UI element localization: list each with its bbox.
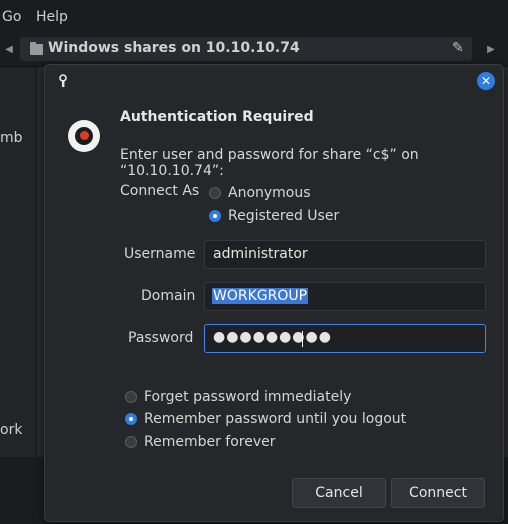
- sidebar: [0, 67, 37, 457]
- anonymous-radio[interactable]: [209, 187, 221, 199]
- remember-until-logout-radio[interactable]: [125, 413, 137, 425]
- lock-icon: [59, 74, 67, 87]
- remember-until-logout-label[interactable]: Remember password until you logout: [144, 411, 406, 427]
- close-icon[interactable]: ✕: [477, 72, 495, 90]
- forget-password-label[interactable]: Forget password immediately: [144, 389, 351, 405]
- location-text[interactable]: Windows shares on 10.10.10.74: [48, 40, 300, 56]
- forget-password-radio[interactable]: [125, 391, 137, 403]
- text-cursor: [302, 331, 303, 347]
- registered-user-label[interactable]: Registered User: [228, 208, 339, 224]
- remember-forever-label[interactable]: Remember forever: [144, 434, 276, 450]
- domain-value[interactable]: WORKGROUP: [212, 288, 309, 304]
- sidebar-item-smb[interactable]: mb: [0, 130, 23, 146]
- scroll-right-icon[interactable]: ▶: [482, 38, 500, 62]
- registered-user-radio[interactable]: [209, 210, 221, 222]
- folder-icon: [30, 42, 43, 55]
- password-value[interactable]: ●●●●●●●●●: [213, 329, 332, 345]
- dialog-title: Authentication Required: [120, 109, 314, 125]
- password-icon: [68, 120, 100, 152]
- menu-go[interactable]: Go: [2, 9, 21, 25]
- pencil-icon[interactable]: ✎: [452, 40, 464, 56]
- sidebar-item-network[interactable]: ork: [0, 422, 22, 438]
- username-value[interactable]: administrator: [213, 246, 308, 262]
- menu-help[interactable]: Help: [36, 9, 68, 25]
- scroll-left-icon[interactable]: ◀: [0, 38, 18, 62]
- cancel-button[interactable]: Cancel: [292, 478, 386, 508]
- dialog-message: Enter user and password for share “c$” o…: [120, 147, 419, 179]
- username-label: Username: [124, 246, 196, 262]
- connect-as-label: Connect As: [120, 183, 200, 199]
- domain-label: Domain: [141, 288, 196, 304]
- password-label: Password: [128, 330, 194, 346]
- remember-forever-radio[interactable]: [125, 436, 137, 448]
- connect-button[interactable]: Connect: [391, 478, 485, 508]
- menubar: [0, 0, 508, 34]
- anonymous-label[interactable]: Anonymous: [228, 185, 311, 201]
